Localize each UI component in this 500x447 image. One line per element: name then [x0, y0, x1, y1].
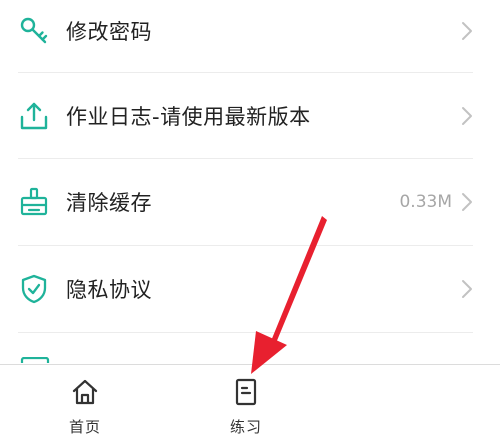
- tab-label: 练习: [229, 418, 262, 436]
- partial-menu-icon: [20, 357, 50, 363]
- upload-icon: [20, 102, 48, 130]
- home-icon: [72, 379, 98, 405]
- tab-practice[interactable]: 练习: [186, 365, 306, 447]
- menu-item-change-password[interactable]: 修改密码: [0, 0, 500, 74]
- settings-screen: 修改密码 作业日志-请使用最新版本 清除缓存 0.33M 隐私协议 首页 练习: [0, 0, 500, 447]
- cache-size-value: 0.33M: [399, 192, 452, 212]
- menu-item-work-log[interactable]: 作业日志-请使用最新版本: [0, 73, 500, 159]
- menu-item-label: 修改密码: [66, 20, 152, 44]
- menu-item-privacy-policy[interactable]: 隐私协议: [0, 246, 500, 332]
- chevron-right-icon: [462, 280, 472, 298]
- menu-item-label: 隐私协议: [66, 278, 152, 302]
- chevron-right-icon: [462, 22, 472, 40]
- bottom-tab-bar: 首页 练习: [0, 364, 500, 447]
- chevron-right-icon: [462, 193, 472, 211]
- document-icon: [235, 378, 257, 406]
- key-icon: [20, 17, 48, 44]
- divider: [18, 332, 473, 333]
- tab-home[interactable]: 首页: [25, 365, 145, 447]
- broom-icon: [20, 187, 48, 216]
- chevron-right-icon: [462, 107, 472, 125]
- menu-item-clear-cache[interactable]: 清除缓存 0.33M: [0, 159, 500, 245]
- tab-label: 首页: [68, 418, 101, 436]
- shield-check-icon: [21, 274, 47, 304]
- menu-item-label: 作业日志-请使用最新版本: [66, 105, 311, 129]
- menu-item-label: 清除缓存: [66, 191, 152, 215]
